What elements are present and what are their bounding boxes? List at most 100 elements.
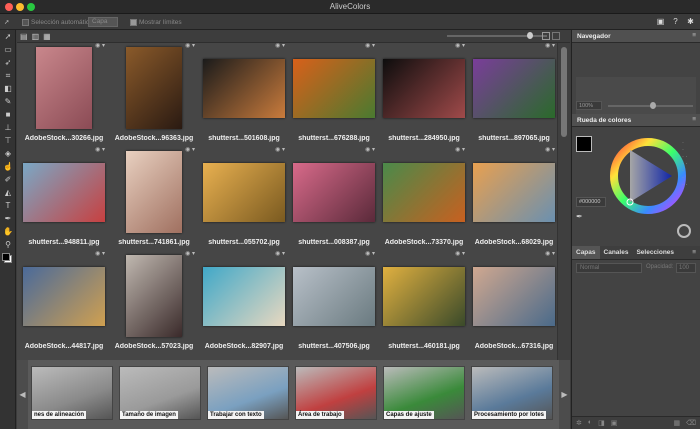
tutorial-slide[interactable]: Área de trabajo [295,366,377,420]
stamp-tool-icon[interactable]: ⊥ [0,121,16,134]
file-thumbnail[interactable]: ◉ ▾ shutterst...948811.jpg [19,147,109,247]
settings-gear-icon[interactable]: ✱ [686,17,695,26]
tutorial-slide[interactable]: nes de alineación [31,366,113,420]
panel-menu-icon[interactable]: ≡ [692,116,696,123]
show-bounds-checkbox[interactable] [130,18,137,26]
tutorial-slide[interactable]: Capas de ajuste [383,366,465,420]
color-wheel-header[interactable]: Rueda de colores ≡ [572,114,700,127]
file-name-label: shutterst...008387.jpg [298,239,370,246]
folder-icon[interactable]: ▦ [673,419,680,427]
adjustment-icon[interactable]: ◐ [588,419,592,427]
thumbnail-frame [111,255,197,337]
grid-view-icon[interactable] [542,32,550,40]
eyedropper-tool-icon[interactable]: ✒ [0,212,16,225]
color-mode-icon[interactable] [677,224,691,238]
marquee-tool-icon[interactable]: ▭ [0,43,16,56]
browser-scrollbar[interactable] [557,43,570,360]
thumbnail-frame [381,47,467,129]
thumbnail-frame [381,151,467,233]
tab-selecciones[interactable]: Selecciones [632,246,678,259]
color-swatches[interactable] [0,251,15,269]
tutorial-slide[interactable]: Trabajar con texto [207,366,289,420]
mask-icon[interactable]: ◨ [598,419,605,427]
hand-tool-icon[interactable]: ✋ [0,225,16,238]
gradient-tool-icon[interactable]: ◭ [0,186,16,199]
brush-tool-icon[interactable]: ✐ [0,173,16,186]
slide-caption: Procesamiento por lotes [472,411,547,419]
crop-tool-icon[interactable]: ⌗ [0,69,16,82]
file-name-label: AdobeStock...67316.jpg [474,343,554,350]
file-thumbnail[interactable]: ◉ ▾ AdobeStock...67316.jpg [469,251,559,351]
file-thumbnail[interactable]: ◉ ▾ AdobeStock...96363.jpg [109,43,199,143]
photo-thumbnail-image [293,58,375,118]
file-thumbnail[interactable]: ◉ ▾ shutterst...676288.jpg [289,43,379,143]
tutorial-slide[interactable]: Tamaño de imagen [119,366,201,420]
navigator-title: Navegador [577,33,611,40]
file-thumbnail[interactable]: ◉ ▾ AdobeStock...82907.jpg [199,251,289,351]
tabs-menu-icon[interactable]: ≡ [687,246,700,259]
move-tool-icon[interactable]: ➚ [0,30,16,43]
file-thumbnail[interactable]: ◉ ▾ AdobeStock...44817.jpg [19,251,109,351]
color-wheel[interactable] [608,136,688,216]
eyedropper-icon[interactable]: ✒ [576,212,583,221]
zoom-slider-handle[interactable] [650,102,656,109]
opacity-field[interactable]: 100 [676,263,696,273]
zoom-tool-icon[interactable]: ⚲ [0,238,16,251]
tab-canales[interactable]: Canales [600,246,633,259]
open-file-icon[interactable]: ▥ [32,32,40,41]
file-thumbnail[interactable]: ◉ ▾ shutterst...741861.jpg [109,147,199,247]
file-thumbnail[interactable]: ◉ ▾ shutterst...501608.jpg [199,43,289,143]
thumbnail-frame [201,47,287,129]
slider-handle[interactable] [527,32,533,39]
file-thumbnail[interactable]: ◉ ▾ AdobeStock...30266.jpg [19,43,109,143]
lasso-tool-icon[interactable]: ➶ [0,56,16,69]
text-tool-icon[interactable]: T [0,199,16,212]
thumbnail-frame [291,47,377,129]
layer-dropdown[interactable]: Capa [88,17,118,27]
photo-thumbnail-image [126,151,182,233]
auto-select-checkbox[interactable] [22,18,29,26]
photo-thumbnail-image [126,255,182,337]
bucket-tool-icon[interactable]: ◈ [0,147,16,160]
eraser-tool-icon[interactable]: ◧ [0,82,16,95]
chat-icon[interactable]: ▣ [656,17,665,26]
trash-icon[interactable]: ⌫ [686,419,696,427]
thumbnail-frame [291,151,377,233]
thumbnail-frame [471,255,557,337]
file-thumbnail[interactable]: ◉ ▾ AdobeStock...73370.jpg [379,147,469,247]
pencil-tool-icon[interactable]: ✎ [0,95,16,108]
scrollbar-thumb[interactable] [561,47,567,137]
new-file-icon[interactable]: ▤ [20,32,28,41]
file-thumbnail[interactable]: ◉ ▾ AdobeStock...68029.jpg [469,147,559,247]
navigator-header[interactable]: Navegador ≡ [572,30,700,43]
blend-mode-dropdown[interactable]: Normal [576,263,642,273]
file-thumbnail[interactable]: ◉ ▾ shutterst...055702.jpg [199,147,289,247]
hex-color-field[interactable]: #000000 [576,197,606,207]
file-thumbnail[interactable]: ◉ ▾ AdobeStock...57023.jpg [109,251,199,351]
help-icon[interactable]: ? [671,17,680,26]
panel-menu-icon[interactable]: ≡ [692,32,696,39]
list-view-icon[interactable] [552,32,560,40]
carousel-next-arrow[interactable]: ▶ [559,360,570,429]
file-thumbnail[interactable]: ◉ ▾ shutterst...284950.jpg [379,43,469,143]
new-layer-icon[interactable]: ▣ [611,419,618,427]
zoom-slider[interactable] [608,102,693,109]
folder-icon[interactable]: ▦ [43,32,51,41]
file-thumbnail[interactable]: ◉ ▾ shutterst...897065.jpg [469,43,559,143]
tab-capas[interactable]: Capas [572,246,600,259]
photo-thumbnail-image [23,266,105,326]
file-thumbnail[interactable]: ◉ ▾ shutterst...008387.jpg [289,147,379,247]
zoom-value[interactable]: 100% [576,101,602,110]
file-thumbnail[interactable]: ◉ ▾ shutterst...407506.jpg [289,251,379,351]
carousel-prev-arrow[interactable]: ◀ [17,360,28,429]
tutorial-slide[interactable]: Procesamiento por lotes [471,366,553,420]
thumbnail-size-slider[interactable] [447,32,547,39]
foreground-color-swatch[interactable] [576,136,592,152]
fx-icon[interactable]: ✲ [576,419,582,427]
right-panels: Navegador ≡ 100% Rueda de colores ≡ #000… [571,30,700,429]
rectangle-tool-icon[interactable]: ■ [0,108,16,121]
clone-tool-icon[interactable]: ⊤ [0,134,16,147]
foreground-color-swatch[interactable] [2,253,10,261]
file-thumbnail[interactable]: ◉ ▾ shutterst...460181.jpg [379,251,469,351]
smudge-tool-icon[interactable]: ☝ [0,160,16,173]
